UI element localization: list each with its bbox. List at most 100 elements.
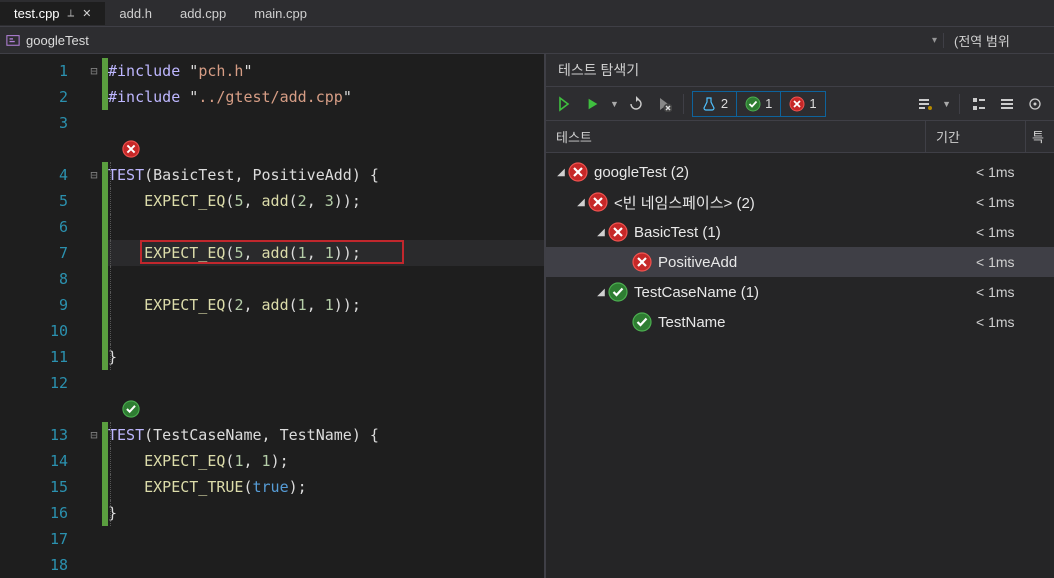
badge-count: 1 bbox=[809, 96, 816, 111]
code-line[interactable] bbox=[108, 370, 544, 396]
code-line[interactable] bbox=[108, 214, 544, 240]
options-button[interactable] bbox=[1024, 93, 1046, 115]
tab-main-cpp[interactable]: main.cpp bbox=[240, 2, 321, 25]
expand-toggle-icon[interactable]: ◢ bbox=[594, 287, 608, 298]
tab-label: add.cpp bbox=[180, 6, 226, 21]
test-label: PositiveAdd bbox=[658, 254, 976, 271]
code-line[interactable]: } bbox=[108, 344, 544, 370]
column-duration[interactable]: 기간 bbox=[926, 121, 1026, 152]
panel-toolbar: ▼ 2 1 1 bbox=[546, 87, 1054, 121]
code-line[interactable] bbox=[108, 526, 544, 552]
dropdown-arrow-icon[interactable]: ▼ bbox=[942, 99, 951, 109]
test-tree-row[interactable]: ◢ BasicTest (1)< 1ms bbox=[546, 217, 1054, 247]
tab-test-cpp[interactable]: test.cpp ⟂ ✕ bbox=[0, 2, 105, 25]
test-tree-row[interactable]: ◢<빈 네임스페이스> (2)< 1ms bbox=[546, 187, 1054, 217]
test-tree-row[interactable]: ◢googleTest (2)< 1ms bbox=[546, 157, 1054, 187]
fail-icon bbox=[122, 140, 140, 158]
code-line[interactable]: EXPECT_EQ(5, add(1, 1)); bbox=[108, 240, 544, 266]
code-line[interactable]: EXPECT_TRUE(true); bbox=[108, 474, 544, 500]
chevron-down-icon: ▾ bbox=[932, 35, 937, 46]
pin-icon[interactable]: ⟂ bbox=[68, 8, 75, 19]
test-tree: ◢googleTest (2)< 1ms◢<빈 네임스페이스> (2)< 1ms… bbox=[546, 153, 1054, 578]
test-count-badges: 2 1 1 bbox=[692, 91, 826, 117]
column-test[interactable]: 테스트 bbox=[546, 121, 926, 152]
dropdown-arrow-icon[interactable]: ▼ bbox=[610, 99, 619, 109]
expand-toggle-icon[interactable]: ◢ bbox=[554, 167, 568, 178]
pass-icon bbox=[632, 312, 652, 332]
code-line[interactable] bbox=[108, 136, 544, 162]
stop-button[interactable] bbox=[653, 93, 675, 115]
line-number bbox=[0, 136, 86, 162]
test-tree-row[interactable]: ◢ TestCaseName (1)< 1ms bbox=[546, 277, 1054, 307]
playlist-button[interactable] bbox=[914, 93, 936, 115]
badge-pass[interactable]: 1 bbox=[737, 92, 781, 116]
code-line[interactable]: #include "../gtest/add.cpp" bbox=[108, 84, 544, 110]
fold-toggle bbox=[86, 500, 102, 526]
fail-icon bbox=[632, 252, 652, 272]
fold-toggle[interactable]: ⊟ bbox=[86, 162, 102, 188]
tab-add-h[interactable]: add.h bbox=[105, 2, 166, 25]
test-duration: < 1ms bbox=[976, 254, 1046, 270]
settings-button[interactable] bbox=[996, 93, 1018, 115]
line-number: 18 bbox=[0, 552, 86, 578]
tab-label: main.cpp bbox=[254, 6, 307, 21]
line-number: 8 bbox=[0, 266, 86, 292]
fold-toggle[interactable]: ⊟ bbox=[86, 422, 102, 448]
fail-icon bbox=[608, 222, 628, 242]
close-icon[interactable]: ✕ bbox=[82, 7, 91, 20]
code-line[interactable]: } bbox=[108, 500, 544, 526]
test-duration: < 1ms bbox=[976, 314, 1046, 330]
test-duration: < 1ms bbox=[976, 284, 1046, 300]
code-line[interactable]: TEST(BasicTest, PositiveAdd) { bbox=[108, 162, 544, 188]
run-button[interactable] bbox=[582, 93, 604, 115]
fold-toggle[interactable]: ⊟ bbox=[86, 58, 102, 84]
flask-icon bbox=[701, 96, 717, 112]
tab-label: add.h bbox=[119, 6, 152, 21]
badge-fail[interactable]: 1 bbox=[781, 92, 824, 116]
project-icon bbox=[6, 33, 20, 47]
tab-add-cpp[interactable]: add.cpp bbox=[166, 2, 240, 25]
line-number: 4 bbox=[0, 162, 86, 188]
editor-tabs: test.cpp ⟂ ✕ add.h add.cpp main.cpp bbox=[0, 0, 1054, 26]
code-area[interactable]: #include "pch.h"#include "../gtest/add.c… bbox=[108, 54, 544, 578]
code-editor[interactable]: 123456789101112131415161718 ⊟⊟⊟ #include… bbox=[0, 54, 544, 578]
expand-toggle-icon[interactable]: ◢ bbox=[574, 197, 588, 208]
code-line[interactable]: EXPECT_EQ(5, add(2, 3)); bbox=[108, 188, 544, 214]
code-line[interactable]: EXPECT_EQ(2, add(1, 1)); bbox=[108, 292, 544, 318]
line-number: 17 bbox=[0, 526, 86, 552]
line-number: 5 bbox=[0, 188, 86, 214]
code-line[interactable]: TEST(TestCaseName, TestName) { bbox=[108, 422, 544, 448]
code-line[interactable] bbox=[108, 266, 544, 292]
code-line[interactable]: EXPECT_EQ(1, 1); bbox=[108, 448, 544, 474]
fold-toggle bbox=[86, 266, 102, 292]
test-label: TestCaseName (1) bbox=[634, 284, 976, 301]
line-gutter: 123456789101112131415161718 bbox=[0, 54, 86, 578]
groupby-button[interactable] bbox=[968, 93, 990, 115]
fold-toggle bbox=[86, 84, 102, 110]
repeat-button[interactable] bbox=[625, 93, 647, 115]
column-trait[interactable]: 특 bbox=[1026, 121, 1054, 152]
code-line[interactable] bbox=[108, 318, 544, 344]
column-headers: 테스트 기간 특 bbox=[546, 121, 1054, 153]
run-all-button[interactable] bbox=[554, 93, 576, 115]
line-number: 14 bbox=[0, 448, 86, 474]
code-line[interactable] bbox=[108, 552, 544, 578]
line-number: 11 bbox=[0, 344, 86, 370]
code-line[interactable]: #include "pch.h" bbox=[108, 58, 544, 84]
expand-toggle-icon[interactable]: ◢ bbox=[594, 227, 608, 238]
line-number: 3 bbox=[0, 110, 86, 136]
fold-toggle bbox=[86, 396, 102, 422]
code-line[interactable] bbox=[108, 110, 544, 136]
badge-total[interactable]: 2 bbox=[693, 92, 737, 116]
scope-dropdown[interactable]: googleTest ▾ bbox=[0, 33, 944, 48]
test-label: BasicTest (1) bbox=[634, 224, 976, 241]
fold-toggle bbox=[86, 136, 102, 162]
scope-global[interactable]: (전역 범위 bbox=[944, 31, 1054, 50]
test-tree-row[interactable]: PositiveAdd< 1ms bbox=[546, 247, 1054, 277]
code-line[interactable] bbox=[108, 396, 544, 422]
test-duration: < 1ms bbox=[976, 224, 1046, 240]
line-number: 7 bbox=[0, 240, 86, 266]
fold-toggle bbox=[86, 344, 102, 370]
test-tree-row[interactable]: TestName< 1ms bbox=[546, 307, 1054, 337]
scope-name: googleTest bbox=[26, 33, 89, 48]
